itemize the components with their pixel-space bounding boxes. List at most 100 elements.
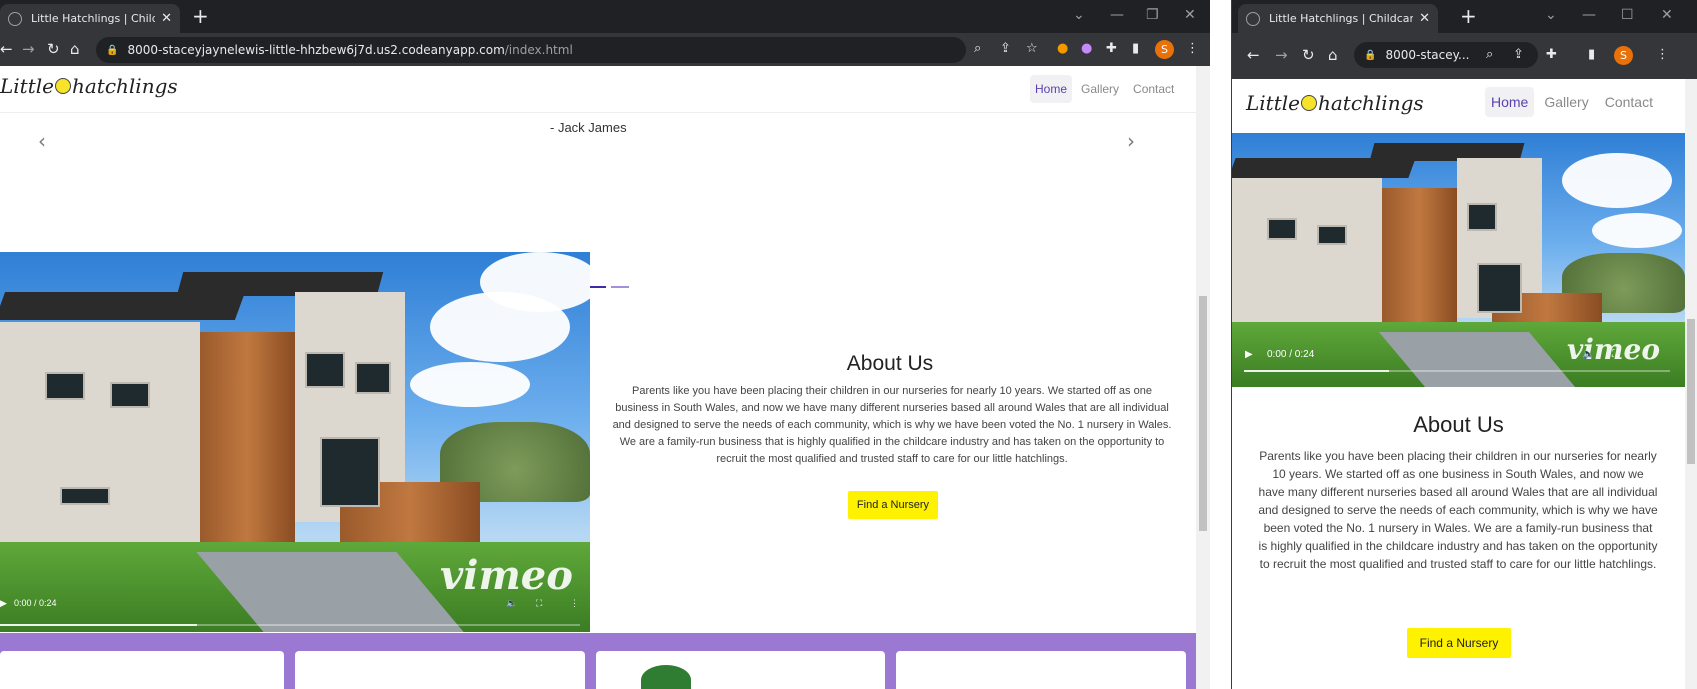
lock-icon: 🔒 xyxy=(106,44,119,56)
browser-tab[interactable]: Little Hatchlings | Childcare N ✕ xyxy=(1238,4,1438,33)
close-tab-icon[interactable]: ✕ xyxy=(161,11,172,26)
home-icon[interactable]: ⌂ xyxy=(70,40,80,58)
profile-avatar[interactable]: S xyxy=(1614,46,1633,65)
minimize-icon[interactable]: — xyxy=(1582,7,1596,23)
site-header: Little hatchlings Home Gallery Contact xyxy=(0,66,1196,113)
profile-avatar[interactable]: S xyxy=(1155,40,1174,59)
address-bar[interactable]: 🔒 8000-staceyjaynelewis-little-hhzbew6j7… xyxy=(96,37,966,63)
nav-gallery[interactable]: Gallery xyxy=(1538,87,1594,117)
menu-dots-icon[interactable]: ⋮ xyxy=(1186,42,1199,56)
nav-contact[interactable]: Contact xyxy=(1599,87,1659,117)
house-wall xyxy=(1232,178,1382,338)
forward-icon[interactable]: → xyxy=(1275,46,1288,64)
nav-gallery[interactable]: Gallery xyxy=(1076,75,1124,103)
main-nav: Home Gallery Contact xyxy=(1030,75,1183,103)
vimeo-logo: vimeo xyxy=(440,552,573,599)
browser-toolbar: ← → ↻ ⌂ 🔒 8000-staceyjaynelewis-little-h… xyxy=(0,33,1210,66)
testimonial-author: - Jack James xyxy=(550,120,627,135)
new-tab-icon[interactable]: + xyxy=(192,6,209,26)
service-card[interactable] xyxy=(295,651,585,689)
video-player[interactable]: vimeo ▶ 0:00 / 0:24 🔈 ⛶ ⋮ xyxy=(1232,133,1685,387)
video-time: 0:00 / 0:24 xyxy=(1267,349,1315,360)
side-panel-icon[interactable]: ▮ xyxy=(1588,48,1595,62)
scrollbar-thumb[interactable] xyxy=(1199,296,1207,531)
fullscreen-icon[interactable]: ⛶ xyxy=(536,598,542,609)
tab-search-icon[interactable]: ⌄ xyxy=(1073,7,1085,23)
volume-icon[interactable]: 🔈 xyxy=(506,598,517,609)
about-title: About Us xyxy=(1413,412,1504,437)
browser-window-right: Little Hatchlings | Childcare N ✕ + ⌄ — … xyxy=(1231,0,1697,689)
house-roof xyxy=(0,292,246,320)
fullscreen-icon[interactable]: ⛶ xyxy=(1612,349,1619,360)
title-bar: Little Hatchlings | Childcare Nurs ✕ + ⌄… xyxy=(0,0,1210,33)
title-bar: Little Hatchlings | Childcare N ✕ + ⌄ — … xyxy=(1232,0,1697,33)
page-scrollbar[interactable] xyxy=(1685,79,1697,689)
nav-contact[interactable]: Contact xyxy=(1128,75,1179,103)
reload-icon[interactable]: ↻ xyxy=(47,40,60,58)
back-icon[interactable]: ← xyxy=(1247,46,1260,64)
find-nursery-button[interactable]: Find a Nursery xyxy=(848,491,938,519)
extensions-puzzle-icon[interactable]: ✚ xyxy=(1546,48,1557,62)
video-progress-fill xyxy=(0,624,198,626)
site-header: Little hatchlings Home Gallery Contact xyxy=(1232,79,1685,133)
carousel-prev-icon[interactable]: ‹ xyxy=(38,129,46,153)
site-logo[interactable]: Little hatchlings xyxy=(1246,91,1424,115)
close-window-icon[interactable]: ✕ xyxy=(1184,7,1196,23)
reload-icon[interactable]: ↻ xyxy=(1302,46,1315,64)
side-panel-icon[interactable]: ▮ xyxy=(1132,42,1139,56)
page-scrollbar[interactable] xyxy=(1196,66,1210,689)
window xyxy=(1267,218,1297,240)
zoom-icon[interactable]: ⌕ xyxy=(1486,48,1493,62)
house-wood-cladding xyxy=(1382,188,1457,338)
video-menu-icon[interactable]: ⋮ xyxy=(1642,349,1652,360)
about-text: Parents like you have been placing their… xyxy=(1258,449,1658,571)
site-logo[interactable]: Little hatchlings xyxy=(0,74,178,98)
window xyxy=(45,372,85,400)
video-player[interactable]: vimeo ▶ 0:00 / 0:24 🔈 ⛶ ⋮ xyxy=(0,252,590,632)
about-text: Parents like you have been placing their… xyxy=(612,385,1172,465)
house-wall xyxy=(0,322,200,552)
nav-home[interactable]: Home xyxy=(1030,75,1073,103)
tab-search-icon[interactable]: ⌄ xyxy=(1545,7,1557,23)
lock-icon: 🔒 xyxy=(1364,49,1377,61)
nav-home[interactable]: Home xyxy=(1485,87,1535,117)
bookmark-star-icon[interactable]: ☆ xyxy=(1026,42,1038,56)
forward-icon[interactable]: → xyxy=(22,40,35,58)
carousel-indicator[interactable] xyxy=(588,286,606,288)
scrollbar-thumb[interactable] xyxy=(1687,319,1695,464)
extensions-puzzle-icon[interactable]: ✚ xyxy=(1106,42,1117,56)
browser-tab[interactable]: Little Hatchlings | Childcare Nurs ✕ xyxy=(0,4,180,33)
service-card[interactable] xyxy=(896,651,1186,689)
new-tab-icon[interactable]: + xyxy=(1460,6,1477,26)
close-tab-icon[interactable]: ✕ xyxy=(1419,11,1430,26)
video-progress-bar[interactable] xyxy=(0,624,580,626)
menu-dots-icon[interactable]: ⋮ xyxy=(1656,48,1669,62)
service-card[interactable] xyxy=(0,651,284,689)
video-time: 0:00 / 0:24 xyxy=(14,598,57,608)
find-nursery-button[interactable]: Find a Nursery xyxy=(1407,628,1511,658)
service-card[interactable] xyxy=(596,651,885,689)
extension-color-icon[interactable]: ● xyxy=(1081,42,1092,56)
zoom-icon[interactable]: ⌕ xyxy=(974,42,981,56)
chick-logo-icon xyxy=(54,78,71,94)
maximize-icon[interactable]: ☐ xyxy=(1621,7,1634,23)
share-icon[interactable]: ⇪ xyxy=(1000,42,1011,56)
share-icon[interactable]: ⇪ xyxy=(1513,48,1524,62)
home-icon[interactable]: ⌂ xyxy=(1328,46,1338,64)
play-icon[interactable]: ▶ xyxy=(0,598,7,609)
play-icon[interactable]: ▶ xyxy=(1245,349,1253,360)
logo-text-right: hatchlings xyxy=(71,74,178,98)
minimize-icon[interactable]: — xyxy=(1110,7,1124,23)
volume-icon[interactable]: 🔈 xyxy=(1582,349,1594,360)
restore-icon[interactable]: ❐ xyxy=(1146,7,1159,23)
close-window-icon[interactable]: ✕ xyxy=(1661,7,1673,23)
video-progress-bar[interactable] xyxy=(1244,370,1670,372)
carousel-next-icon[interactable]: › xyxy=(1127,129,1135,153)
globe-icon xyxy=(1246,11,1260,26)
back-icon[interactable]: ← xyxy=(0,40,13,58)
desktop-gap xyxy=(1210,0,1231,689)
video-menu-icon[interactable]: ⋮ xyxy=(570,598,579,609)
address-bar[interactable]: 🔒 8000-stacey... xyxy=(1354,42,1538,68)
extension-g-icon[interactable]: ● xyxy=(1057,42,1068,56)
carousel-indicator[interactable] xyxy=(611,286,629,288)
